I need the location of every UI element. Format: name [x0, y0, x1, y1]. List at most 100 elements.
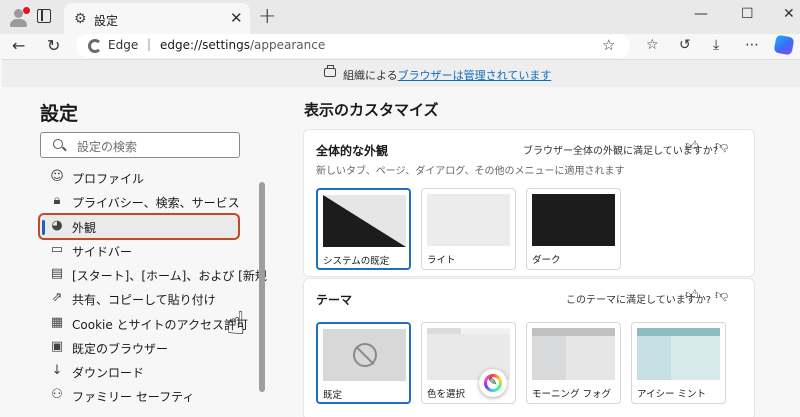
icy-mint-preview: [637, 328, 720, 380]
close-window-icon[interactable]: ✕: [783, 6, 795, 22]
sidebar-item-sidebar[interactable]: ▭ サイドバー: [40, 239, 240, 263]
settings-search-input[interactable]: 設定の検索: [40, 132, 240, 158]
sidebar-item-downloads[interactable]: ↓ ダウンロード: [40, 360, 240, 384]
vertical-tabs-icon[interactable]: [37, 9, 51, 23]
tab-title: 設定: [94, 14, 119, 28]
sidebar-scrollbar[interactable]: [259, 182, 265, 392]
close-tab-icon[interactable]: ✕: [230, 9, 243, 27]
gear-icon: ⚙: [74, 11, 87, 27]
copilot-icon[interactable]: [773, 34, 795, 56]
theme-option-default[interactable]: 既定: [316, 322, 411, 404]
sidebar-item-label: Cookie とサイトのアクセス許可: [72, 318, 248, 332]
address-bar: ← ↻ Edge | edge://settings/appearance ☆ …: [0, 34, 800, 59]
history-icon[interactable]: ↺: [679, 37, 691, 53]
managed-link[interactable]: ブラウザーは管理されています: [398, 69, 552, 82]
pointing-hand-cursor-icon: ☝︎: [226, 304, 246, 342]
home-tabs-icon: ▤: [50, 266, 64, 281]
sidebar-item-label: 共有、コピーして貼り付け: [72, 293, 216, 307]
more-options-icon[interactable]: ⋯: [745, 37, 759, 53]
sidebar-item-label: [スタート]、[ホーム]、および [新規] タブ: [72, 269, 300, 283]
omnibox[interactable]: Edge | edge://settings/appearance ☆: [76, 34, 630, 58]
edge-logo-icon: [88, 39, 102, 53]
folder-tab-shape: [532, 328, 615, 380]
section-title: 全体的な外観: [316, 144, 389, 158]
sidebar-item-share-copy-paste[interactable]: ⇗ 共有、コピーして貼り付け: [40, 287, 240, 311]
sidebar-item-default-browser[interactable]: ▣ 既定のブラウザー: [40, 336, 240, 360]
managed-info-bar: 組織によるブラウザーは管理されています: [2, 59, 800, 87]
folder-tab-shape: [637, 328, 720, 380]
thumbs-down-icon[interactable]: 👎︎: [715, 288, 728, 303]
tab-settings[interactable]: ⚙ 設定 ✕: [64, 3, 250, 34]
sidebar-item-label: プロファイル: [72, 172, 145, 186]
cookie-icon: ▦: [50, 315, 64, 330]
profile-icon: ☺: [50, 169, 64, 184]
light-preview: [427, 194, 510, 246]
new-tab-icon[interactable]: +: [258, 4, 276, 29]
url-text[interactable]: edge://settings/appearance: [160, 38, 325, 52]
briefcase-icon: [324, 65, 336, 77]
no-theme-icon: [353, 343, 377, 367]
eyedropper-icon: ✎: [488, 375, 498, 388]
section-title: テーマ: [316, 293, 353, 307]
theme-card: テーマ このテーマに満足していますか? 👍︎ 👎︎ 既定 色を選択 ✎ モーニン…: [304, 279, 754, 417]
system-preview-shape: [323, 195, 406, 247]
sidebar-item-label: ファミリー セーフティ: [72, 390, 195, 404]
thumbs-down-icon[interactable]: 👎︎: [715, 139, 728, 154]
appearance-option-light[interactable]: ライト: [421, 188, 516, 270]
option-label: ダーク: [532, 255, 561, 266]
appearance-highlight-outline: [38, 213, 240, 240]
refresh-icon[interactable]: ↻: [47, 36, 60, 55]
option-label: システムの既定: [323, 256, 390, 267]
family-icon: ⚇: [51, 387, 63, 402]
option-label: モーニング フォグ: [532, 389, 612, 400]
theme-option-pick-color[interactable]: 色を選択 ✎: [421, 322, 516, 404]
theme-option-icy-mint[interactable]: アイシー ミント: [631, 322, 726, 404]
theme-option-morning-fog[interactable]: モーニング フォグ: [526, 322, 621, 404]
appearance-option-system[interactable]: システムの既定: [316, 188, 411, 270]
default-theme-preview: [323, 329, 406, 381]
main-content: 表示のカスタマイズ 全体的な外観 新しいタブ、ページ、ダイアログ、その他のメニュ…: [268, 87, 800, 417]
morning-fog-preview: [532, 328, 615, 380]
sidebar-item-privacy[interactable]: 🔒︎ プライバシー、検索、サービス: [40, 190, 240, 214]
sidebar-item-label: 既定のブラウザー: [72, 342, 169, 356]
sidebar-title: 設定: [40, 103, 79, 125]
system-preview: [323, 195, 406, 247]
search-icon: [53, 139, 63, 149]
sidebar-item-label: サイドバー: [72, 245, 133, 259]
sidebar-item-profile[interactable]: ☺ プロファイル: [40, 166, 240, 190]
thumbs-up-icon[interactable]: 👍︎: [685, 139, 699, 154]
dark-preview: [532, 194, 615, 246]
sidebar-item-family-safety[interactable]: ⚇ ファミリー セーフティ: [40, 384, 240, 408]
omnibox-separator: |: [147, 37, 152, 51]
profile-avatar-icon[interactable]: [8, 6, 30, 28]
favorite-star-icon[interactable]: ☆: [602, 36, 615, 54]
lock-icon: 🔒︎: [53, 193, 61, 208]
share-icon: ⇗: [51, 290, 63, 305]
sidebar-icon: ▭: [50, 242, 64, 257]
settings-sidebar: 設定 設定の検索 ☺ プロファイル 🔒︎ プライバシー、検索、サービス ◕ 外観…: [0, 87, 300, 417]
sidebar-item-start-home-tabs[interactable]: ▤ [スタート]、[ホーム]、および [新規] タブ: [40, 263, 300, 287]
brand-label: Edge: [108, 38, 139, 52]
download-icon: ↓: [51, 363, 63, 378]
browser-icon: ▣: [50, 339, 64, 354]
search-placeholder: 設定の検索: [77, 140, 138, 154]
thumbs-up-icon[interactable]: 👍︎: [685, 288, 699, 303]
option-label: 色を選択: [427, 389, 466, 400]
option-label: アイシー ミント: [637, 389, 707, 400]
section-subtitle: 新しいタブ、ページ、ダイアログ、その他のメニューに適用されます: [316, 166, 625, 177]
tab-bar: ⚙ 設定 ✕ + — ☐ ✕: [0, 0, 800, 34]
favorites-icon[interactable]: ☆: [646, 37, 659, 53]
minimize-icon[interactable]: —: [694, 6, 708, 22]
managed-message: 組織によるブラウザーは管理されています: [343, 69, 552, 82]
appearance-option-dark[interactable]: ダーク: [526, 188, 621, 270]
sidebar-item-label: ダウンロード: [72, 366, 145, 380]
sidebar-item-label: プライバシー、検索、サービス: [72, 196, 240, 210]
sidebar-item-cookies[interactable]: ▦ Cookie とサイトのアクセス許可: [40, 312, 248, 336]
option-label: 既定: [323, 390, 343, 401]
page-title: 表示のカスタマイズ: [304, 101, 439, 119]
color-picker-button[interactable]: ✎: [479, 369, 507, 397]
option-label: ライト: [427, 255, 456, 266]
back-icon[interactable]: ←: [12, 36, 25, 55]
maximize-icon[interactable]: ☐: [741, 6, 754, 22]
download-icon[interactable]: ⤓: [713, 37, 719, 53]
